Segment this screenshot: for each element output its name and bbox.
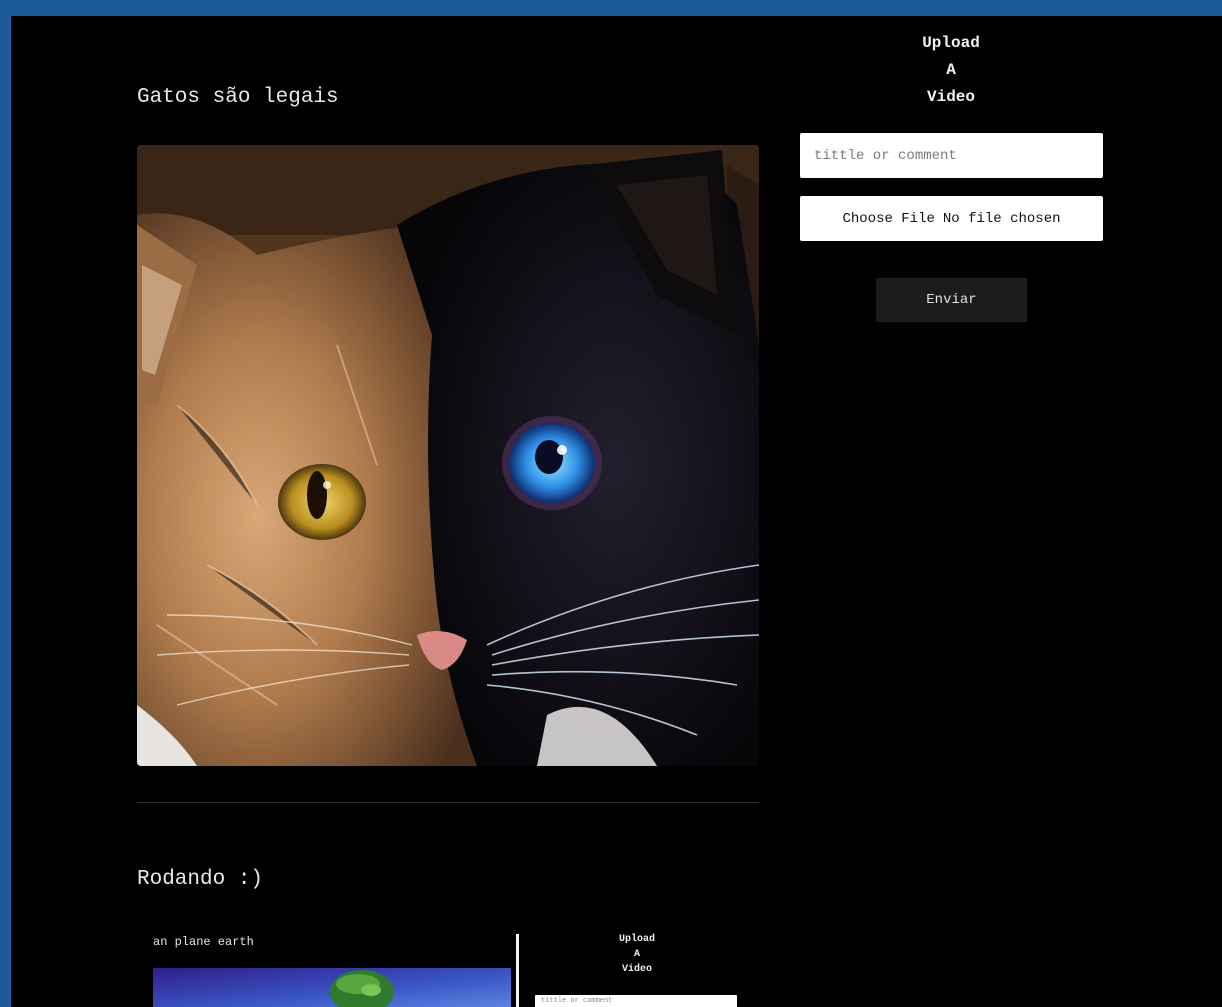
file-status-text: No file chosen bbox=[942, 210, 1061, 227]
nested-divider bbox=[516, 934, 519, 1007]
submit-button[interactable]: Enviar bbox=[876, 278, 1027, 322]
title-input[interactable] bbox=[800, 133, 1103, 178]
page-container: Gatos são legais Rodando:) an plane ear… bbox=[11, 16, 1222, 1007]
earth-image bbox=[153, 968, 511, 1007]
post-divider bbox=[137, 802, 759, 803]
upload-heading-line: A bbox=[946, 61, 956, 79]
nested-title-input: tittle or comment bbox=[535, 995, 737, 1007]
nested-upload-heading: Upload A Video bbox=[618, 934, 655, 975]
upload-heading-line: Upload bbox=[922, 34, 980, 52]
post-title: Gatos são legais bbox=[137, 86, 339, 109]
cat-image bbox=[137, 145, 759, 766]
choose-file-button[interactable]: Choose File bbox=[842, 211, 934, 227]
post-image-screenshot: an plane earth Upload A Video tittle or … bbox=[137, 928, 767, 1007]
nested-caption: an plane earth bbox=[153, 935, 254, 949]
upload-heading: Upload A Video bbox=[870, 30, 1032, 111]
file-input[interactable]: Choose File No file chosen bbox=[800, 196, 1103, 241]
post-title: Rodando :) bbox=[137, 868, 264, 891]
upload-heading-line: Video bbox=[926, 88, 975, 106]
